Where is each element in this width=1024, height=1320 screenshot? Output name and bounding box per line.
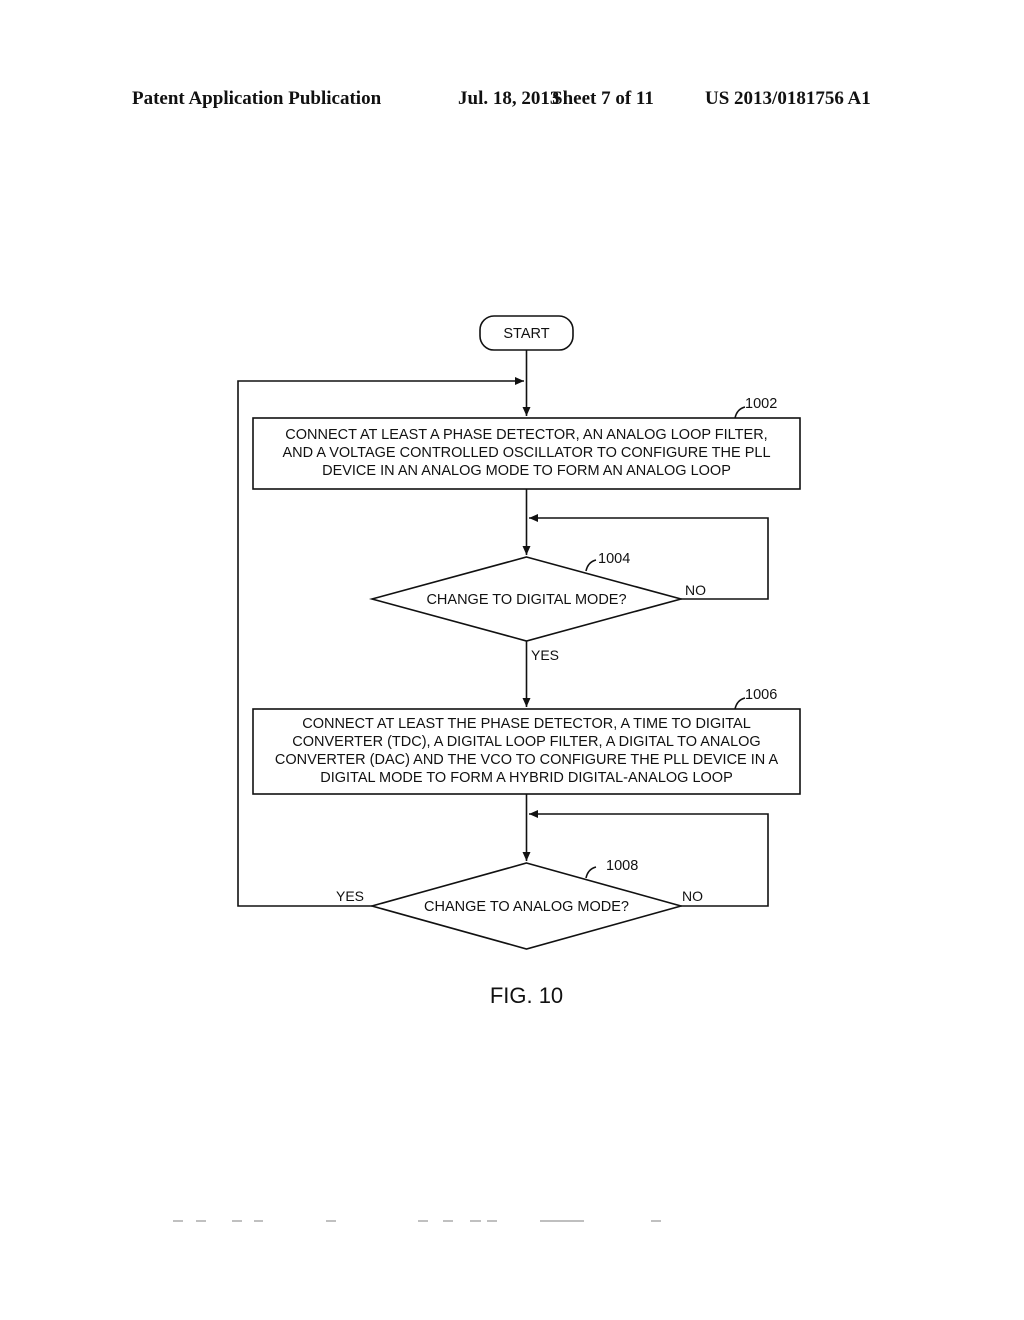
decision-text-1004: CHANGE TO DIGITAL MODE? — [426, 592, 626, 608]
ref-number-1008: 1008 — [606, 858, 638, 874]
ref-number-1004: 1004 — [598, 551, 630, 567]
ref-leader-1006 — [734, 697, 746, 710]
process-text-1002-line-3: DEVICE IN AN ANALOG MODE TO FORM AN ANAL… — [322, 463, 731, 479]
start-label: START — [503, 326, 549, 342]
decision-text-1008: CHANGE TO ANALOG MODE? — [424, 899, 629, 915]
ref-number-1006: 1006 — [745, 687, 777, 703]
process-text-1002-line-2: AND A VOLTAGE CONTROLLED OSCILLATOR TO C… — [282, 445, 770, 461]
no-label-1004: NO — [685, 582, 706, 598]
ref-leader-1008 — [585, 866, 597, 879]
ref-leader-1004 — [585, 559, 597, 572]
process-text-1006-line-4: DIGITAL MODE TO FORM A HYBRID DIGITAL-AN… — [320, 770, 733, 786]
process-text-1006-line-3: CONVERTER (DAC) AND THE VCO TO CONFIGURE… — [275, 752, 779, 768]
process-text-1006-line-2: CONVERTER (TDC), A DIGITAL LOOP FILTER, … — [292, 734, 760, 750]
ref-number-1002: 1002 — [745, 396, 777, 412]
yes-label-1004: YES — [531, 647, 559, 663]
figure-label: FIG. 10 — [490, 983, 563, 1008]
flowchart-figure: START 1002 CONNECT AT LEAST A PHASE DETE… — [173, 315, 801, 1222]
ref-leader-1002 — [734, 406, 746, 419]
no-label-1008: NO — [682, 888, 703, 904]
yes-label-1008: YES — [336, 888, 364, 904]
process-text-1002-line-1: CONNECT AT LEAST A PHASE DETECTOR, AN AN… — [285, 427, 767, 443]
process-text-1006-line-1: CONNECT AT LEAST THE PHASE DETECTOR, A T… — [302, 716, 751, 732]
